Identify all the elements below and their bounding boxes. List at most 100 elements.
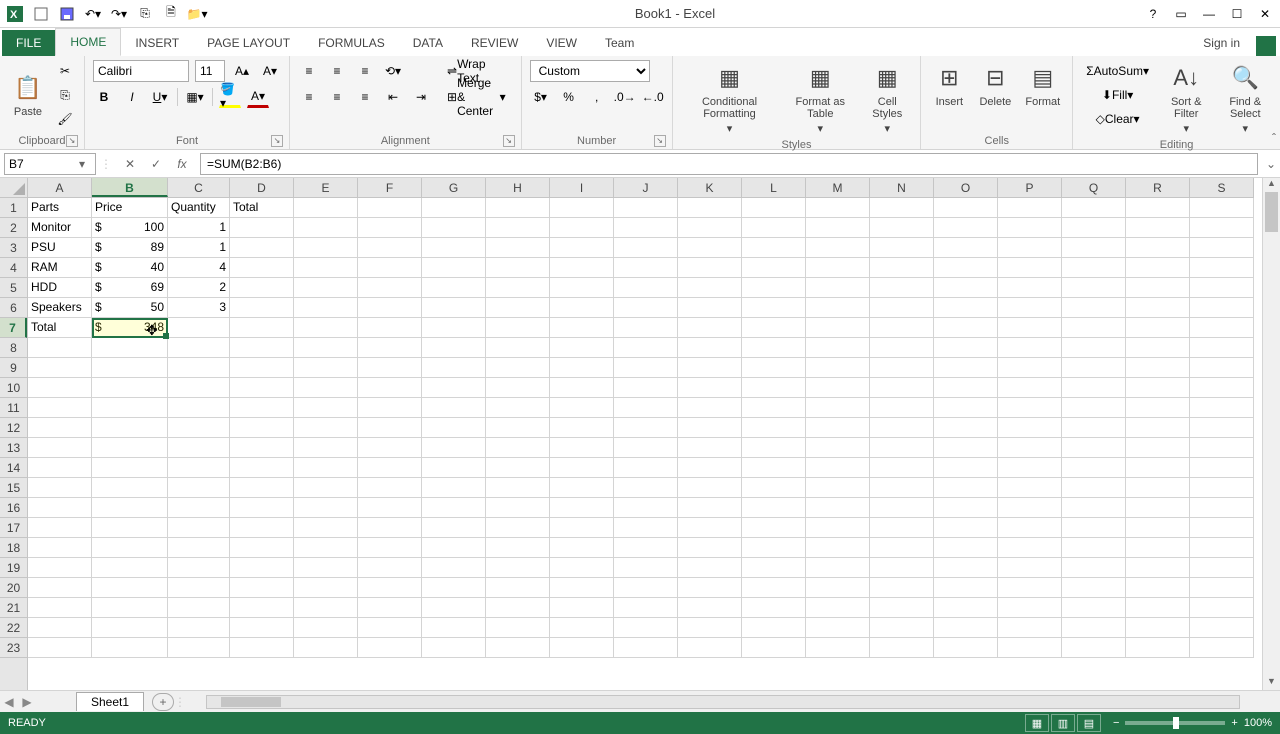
decrease-indent-icon[interactable]: ⇤ — [382, 86, 404, 108]
cell[interactable] — [358, 578, 422, 598]
cell[interactable] — [742, 638, 806, 658]
cell[interactable] — [934, 198, 998, 218]
cell[interactable] — [422, 598, 486, 618]
cell[interactable] — [934, 598, 998, 618]
cell[interactable] — [1062, 278, 1126, 298]
cell[interactable] — [998, 378, 1062, 398]
minimize-icon[interactable]: — — [1198, 3, 1220, 25]
cell[interactable] — [550, 298, 614, 318]
cell[interactable] — [934, 618, 998, 638]
cell[interactable] — [742, 338, 806, 358]
select-all-corner[interactable] — [0, 178, 28, 198]
cell[interactable] — [550, 198, 614, 218]
cell[interactable] — [358, 538, 422, 558]
align-center-icon[interactable]: ≡ — [326, 86, 348, 108]
fill-button[interactable]: ⬇ Fill▾ — [1081, 84, 1154, 106]
cell[interactable] — [92, 558, 168, 578]
row-header[interactable]: 6 — [0, 298, 27, 318]
cell[interactable] — [998, 198, 1062, 218]
cell[interactable] — [294, 238, 358, 258]
cell[interactable] — [806, 318, 870, 338]
row-header[interactable]: 10 — [0, 378, 27, 398]
fx-icon[interactable]: fx — [170, 153, 194, 175]
cell[interactable] — [934, 338, 998, 358]
cell[interactable] — [422, 478, 486, 498]
cell[interactable] — [294, 198, 358, 218]
cell[interactable] — [1062, 538, 1126, 558]
cell[interactable] — [934, 458, 998, 478]
tab-team[interactable]: Team — [591, 30, 648, 56]
cell[interactable] — [806, 378, 870, 398]
name-box-input[interactable] — [9, 157, 79, 171]
cell[interactable] — [422, 338, 486, 358]
cell[interactable] — [742, 458, 806, 478]
row-header[interactable]: 19 — [0, 558, 27, 578]
cell[interactable] — [92, 458, 168, 478]
clear-button[interactable]: ◇ Clear▾ — [1081, 108, 1154, 130]
cell[interactable] — [230, 378, 294, 398]
cell[interactable] — [230, 538, 294, 558]
cell[interactable] — [28, 498, 92, 518]
cell[interactable] — [1190, 218, 1254, 238]
cell[interactable] — [742, 198, 806, 218]
cell[interactable] — [1190, 478, 1254, 498]
cell[interactable] — [358, 358, 422, 378]
cell[interactable] — [806, 598, 870, 618]
cell[interactable] — [550, 418, 614, 438]
cell[interactable] — [1126, 578, 1190, 598]
cell[interactable] — [550, 498, 614, 518]
cell[interactable] — [614, 278, 678, 298]
cell[interactable] — [358, 438, 422, 458]
cell[interactable] — [422, 358, 486, 378]
cell[interactable] — [422, 318, 486, 338]
scroll-thumb[interactable] — [1265, 192, 1278, 232]
column-header[interactable]: J — [614, 178, 678, 197]
cell[interactable] — [998, 598, 1062, 618]
maximize-icon[interactable]: ☐ — [1226, 3, 1248, 25]
cell[interactable] — [1062, 398, 1126, 418]
cell[interactable] — [1190, 398, 1254, 418]
sheet-nav-prev-icon[interactable]: ◀ — [0, 695, 18, 709]
row-header[interactable]: 11 — [0, 398, 27, 418]
cell[interactable] — [422, 238, 486, 258]
cell[interactable] — [998, 358, 1062, 378]
cell[interactable] — [870, 498, 934, 518]
cell[interactable] — [934, 438, 998, 458]
cell[interactable] — [742, 438, 806, 458]
cell[interactable] — [614, 398, 678, 418]
cell[interactable]: Price — [92, 198, 168, 218]
cell[interactable] — [28, 518, 92, 538]
format-painter-icon[interactable]: 🖌 — [54, 108, 76, 130]
dialog-launcher-icon[interactable]: ↘ — [271, 135, 283, 147]
cell[interactable] — [806, 358, 870, 378]
cell[interactable] — [486, 278, 550, 298]
fill-color-icon[interactable]: 🪣▾ — [219, 86, 241, 108]
sort-filter-button[interactable]: A↓Sort & Filter▾ — [1162, 60, 1210, 137]
cell[interactable] — [998, 538, 1062, 558]
cell[interactable] — [294, 518, 358, 538]
cell[interactable] — [28, 378, 92, 398]
row-header[interactable]: 13 — [0, 438, 27, 458]
cell[interactable] — [486, 258, 550, 278]
accounting-icon[interactable]: $▾ — [530, 86, 552, 108]
cell[interactable] — [934, 378, 998, 398]
column-header[interactable]: B — [92, 178, 168, 197]
cell[interactable] — [1062, 198, 1126, 218]
cell[interactable] — [92, 578, 168, 598]
tab-data[interactable]: DATA — [399, 30, 457, 56]
cell[interactable] — [870, 318, 934, 338]
column-header[interactable]: F — [358, 178, 422, 197]
borders-icon[interactable]: ▦▾ — [184, 86, 206, 108]
cell[interactable] — [870, 578, 934, 598]
cell[interactable] — [806, 258, 870, 278]
cell[interactable] — [614, 378, 678, 398]
cell[interactable] — [486, 518, 550, 538]
cell[interactable] — [168, 338, 230, 358]
accept-formula-icon[interactable]: ✓ — [144, 153, 168, 175]
cell[interactable]: Monitor — [28, 218, 92, 238]
cell[interactable] — [806, 218, 870, 238]
cell[interactable] — [806, 578, 870, 598]
cell[interactable] — [294, 618, 358, 638]
row-header[interactable]: 20 — [0, 578, 27, 598]
font-name-input[interactable] — [93, 60, 189, 82]
